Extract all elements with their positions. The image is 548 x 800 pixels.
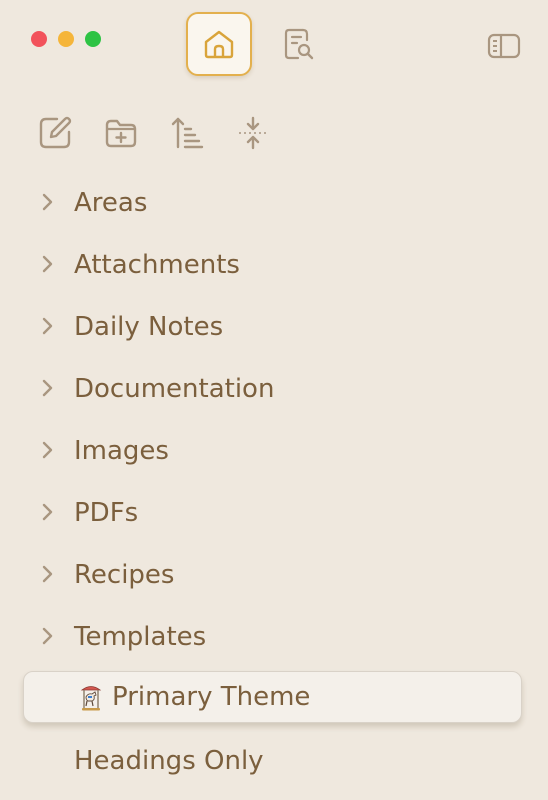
- sort-icon: [171, 117, 204, 149]
- file-explorer-window: Areas Attachments Daily Notes Documentat…: [0, 0, 548, 800]
- minimize-window-button[interactable]: [58, 31, 74, 47]
- sidebar-icon: [487, 33, 521, 59]
- chevron-right-icon[interactable]: [36, 315, 58, 337]
- chevron-right-icon[interactable]: [36, 253, 58, 275]
- new-note-icon: [39, 116, 72, 149]
- sort-button[interactable]: [167, 113, 207, 153]
- close-window-button[interactable]: [31, 31, 47, 47]
- new-note-button[interactable]: [35, 113, 75, 153]
- maximize-window-button[interactable]: [85, 31, 101, 47]
- chevron-right-icon[interactable]: [36, 563, 58, 585]
- new-folder-button[interactable]: [101, 113, 141, 153]
- folder-label: Recipes: [74, 560, 175, 590]
- carousel-horse-icon: [80, 686, 102, 711]
- note-label: Headings Only: [74, 746, 264, 776]
- folder-label: Areas: [74, 188, 148, 218]
- tree-folder-documentation[interactable]: Documentation: [0, 358, 548, 420]
- note-label-wrapper: Primary Theme: [76, 680, 310, 714]
- folder-label: Templates: [74, 622, 207, 652]
- folder-label: Documentation: [74, 374, 275, 404]
- tab-home[interactable]: [186, 12, 252, 76]
- chevron-right-icon[interactable]: [36, 377, 58, 399]
- home-icon: [204, 30, 234, 59]
- tree-folder-areas[interactable]: Areas: [0, 172, 548, 234]
- tree-folder-pdfs[interactable]: PDFs: [0, 482, 548, 544]
- tree-folder-images[interactable]: Images: [0, 420, 548, 482]
- tree-folder-recipes[interactable]: Recipes: [0, 544, 548, 606]
- folder-label: Attachments: [74, 250, 240, 280]
- folder-label: Daily Notes: [74, 312, 224, 342]
- sidebar-toggle-button[interactable]: [484, 28, 524, 64]
- tree-note-headings-only[interactable]: Headings Only: [0, 730, 548, 792]
- note-label: Primary Theme: [112, 682, 311, 712]
- collapse-all-icon: [239, 116, 267, 150]
- collapse-all-button[interactable]: [233, 113, 273, 153]
- chevron-right-icon[interactable]: [36, 625, 58, 647]
- chevron-right-icon[interactable]: [36, 501, 58, 523]
- chevron-right-icon[interactable]: [36, 191, 58, 213]
- chevron-right-icon[interactable]: [36, 439, 58, 461]
- search-document-icon: [284, 28, 314, 60]
- new-folder-icon: [105, 119, 137, 148]
- tree-folder-templates[interactable]: Templates: [0, 606, 548, 668]
- tab-search[interactable]: [278, 24, 318, 64]
- tree-note-primary-theme[interactable]: Primary Theme: [23, 671, 522, 723]
- tree-folder-daily-notes[interactable]: Daily Notes: [0, 296, 548, 358]
- folder-label: PDFs: [74, 498, 139, 528]
- folder-label: Images: [74, 436, 169, 466]
- tree-folder-attachments[interactable]: Attachments: [0, 234, 548, 296]
